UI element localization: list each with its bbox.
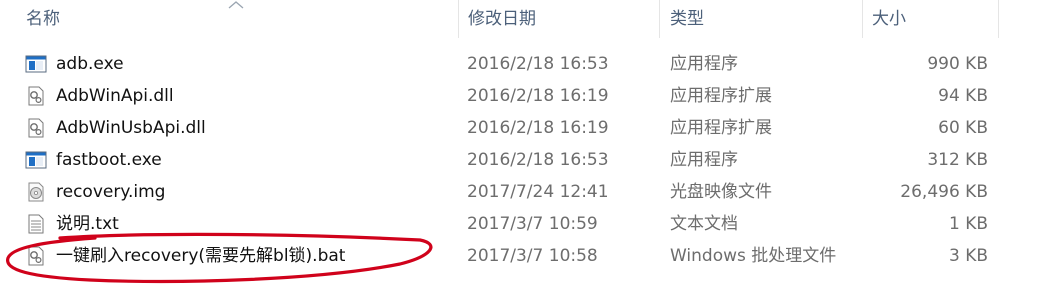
file-list: adb.exe 2016/2/18 16:53 应用程序 990 KB AdbW… — [0, 48, 1038, 272]
disc-image-icon — [28, 182, 44, 202]
file-date: 2017/7/24 12:41 — [467, 182, 609, 202]
column-divider[interactable] — [659, 0, 660, 38]
file-name: fastboot.exe — [56, 150, 162, 170]
batch-gear-icon — [28, 246, 44, 266]
column-divider[interactable] — [998, 0, 999, 38]
column-divider[interactable] — [862, 0, 863, 38]
column-header-date[interactable]: 修改日期 — [462, 0, 658, 38]
column-header-type[interactable]: 类型 — [664, 0, 860, 38]
file-name: recovery.img — [56, 182, 166, 202]
file-date: 2016/2/18 16:19 — [467, 118, 609, 138]
file-row[interactable]: 说明.txt 2017/3/7 10:59 文本文档 1 KB — [0, 208, 1038, 240]
file-size: 26,496 KB — [900, 182, 988, 202]
text-file-icon — [28, 214, 44, 234]
file-name: AdbWinApi.dll — [56, 86, 174, 106]
file-row[interactable]: adb.exe 2016/2/18 16:53 应用程序 990 KB — [0, 48, 1038, 80]
column-header-bar: 名称 修改日期 类型 大小 — [0, 0, 1038, 38]
exe-app-icon — [25, 151, 47, 169]
file-row[interactable]: 一键刷入recovery(需要先解bl锁).bat 2017/3/7 10:58… — [0, 240, 1038, 272]
dll-gear-icon — [28, 118, 44, 138]
file-size: 990 KB — [927, 54, 988, 74]
file-type: 应用程序 — [670, 150, 738, 170]
file-name: AdbWinUsbApi.dll — [56, 118, 206, 138]
dll-gear-icon — [28, 86, 44, 106]
file-size: 1 KB — [948, 214, 988, 234]
file-name: 说明.txt — [56, 214, 119, 234]
file-type: 光盘映像文件 — [670, 182, 772, 202]
file-type: 应用程序扩展 — [670, 86, 772, 106]
column-header-name[interactable]: 名称 — [20, 0, 458, 38]
exe-app-icon — [25, 55, 47, 73]
file-date: 2017/3/7 10:58 — [467, 246, 598, 266]
file-size: 60 KB — [938, 118, 988, 138]
file-name: adb.exe — [56, 54, 124, 74]
file-size: 94 KB — [938, 86, 988, 106]
file-type: Windows 批处理文件 — [670, 246, 837, 266]
file-type: 应用程序 — [670, 54, 738, 74]
file-row[interactable]: fastboot.exe 2016/2/18 16:53 应用程序 312 KB — [0, 144, 1038, 176]
file-row[interactable]: AdbWinUsbApi.dll 2016/2/18 16:19 应用程序扩展 … — [0, 112, 1038, 144]
file-row[interactable]: AdbWinApi.dll 2016/2/18 16:19 应用程序扩展 94 … — [0, 80, 1038, 112]
file-size: 3 KB — [948, 246, 988, 266]
file-size: 312 KB — [927, 150, 988, 170]
column-header-size[interactable]: 大小 — [866, 0, 996, 38]
file-type: 应用程序扩展 — [670, 118, 772, 138]
file-date: 2016/2/18 16:53 — [467, 54, 609, 74]
file-date: 2016/2/18 16:19 — [467, 86, 609, 106]
file-date: 2016/2/18 16:53 — [467, 150, 609, 170]
file-date: 2017/3/7 10:59 — [467, 214, 598, 234]
file-name: 一键刷入recovery(需要先解bl锁).bat — [56, 246, 346, 266]
file-explorer-details-view: 名称 修改日期 类型 大小 adb.exe 2016/2/18 16:53 应用… — [0, 0, 1038, 286]
file-type: 文本文档 — [670, 214, 738, 234]
column-divider[interactable] — [458, 0, 459, 38]
file-row[interactable]: recovery.img 2017/7/24 12:41 光盘映像文件 26,4… — [0, 176, 1038, 208]
